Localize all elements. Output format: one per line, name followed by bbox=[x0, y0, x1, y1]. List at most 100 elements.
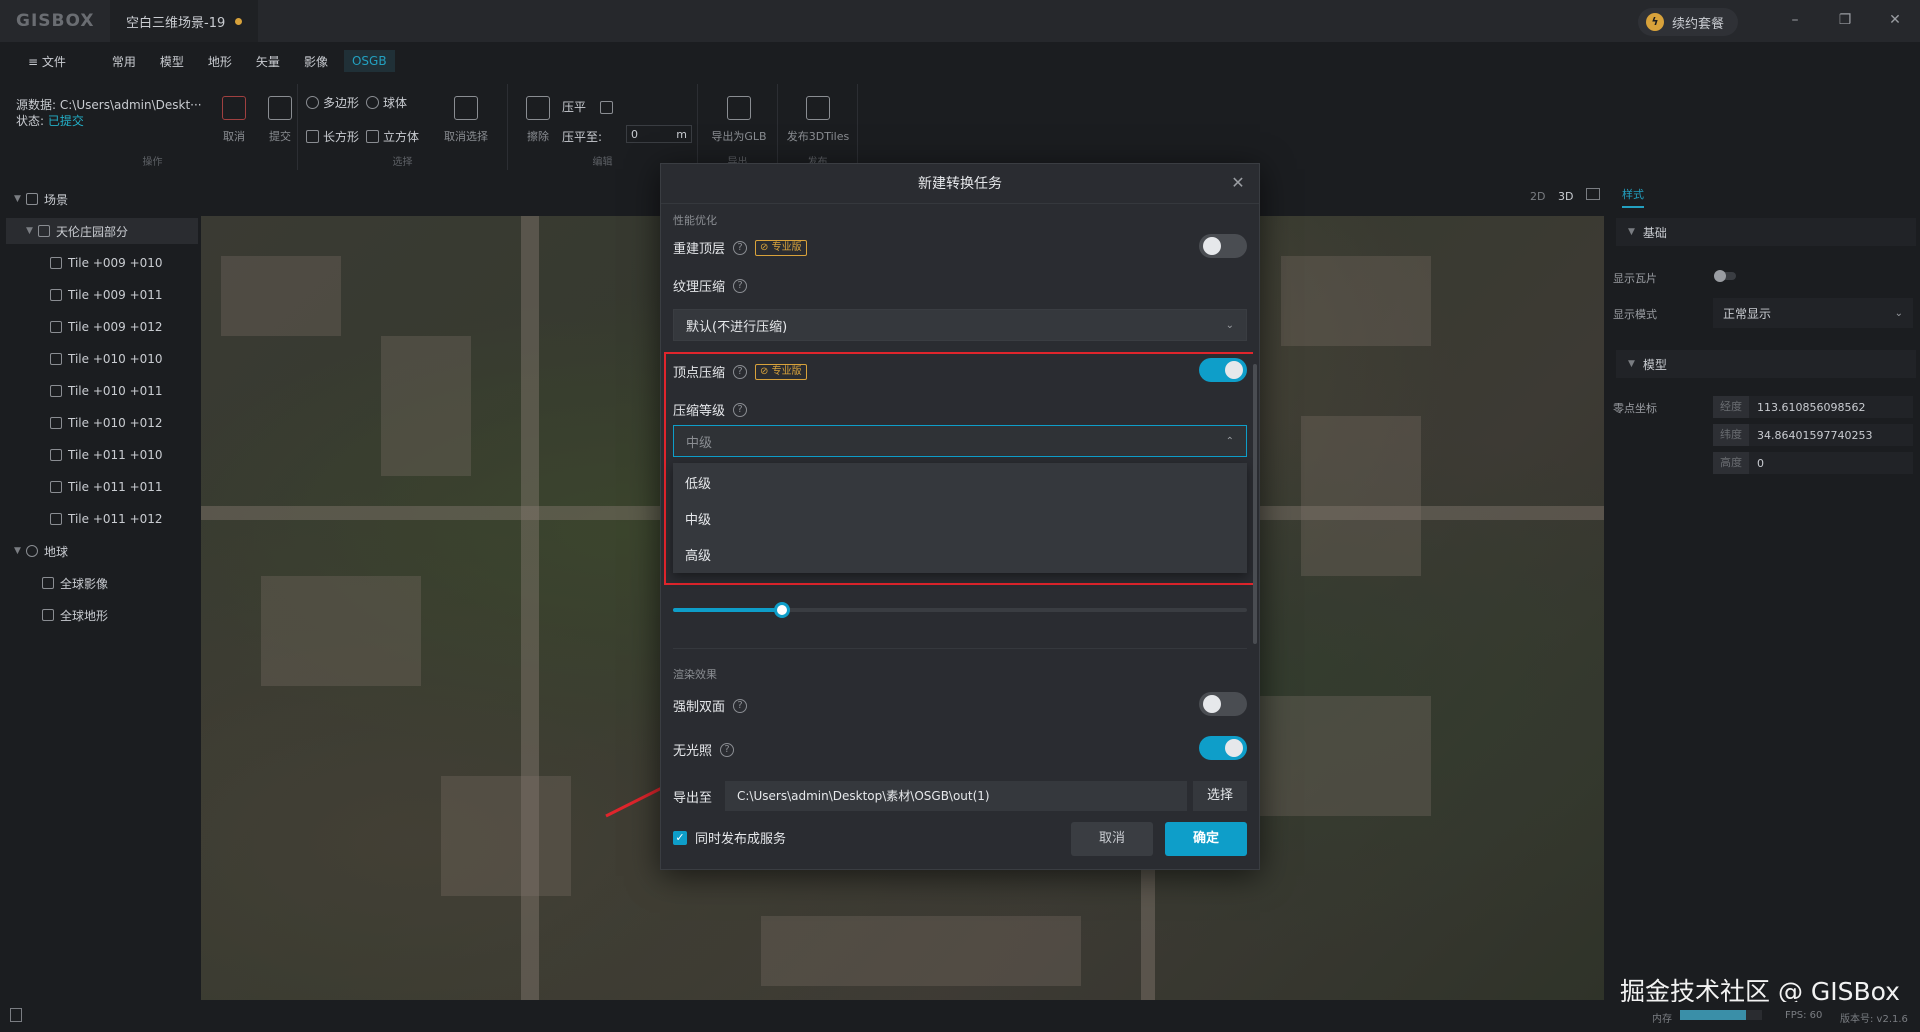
status-value: 已提交 bbox=[47, 114, 84, 128]
section-model-header[interactable]: ▼ 模型 bbox=[1616, 350, 1916, 378]
deselect-button[interactable]: 取消选择 bbox=[438, 96, 494, 144]
flatten-checkbox[interactable] bbox=[599, 101, 613, 114]
menu-file[interactable]: ≡ 文件 bbox=[20, 49, 74, 74]
longitude-field[interactable]: 经度 113.610856098562 bbox=[1713, 396, 1913, 418]
memory-fill bbox=[1680, 1010, 1746, 1020]
section-divider bbox=[673, 648, 1247, 649]
scrollbar-thumb[interactable] bbox=[1253, 364, 1257, 644]
tree-node-tile[interactable]: Tile +010 +010 bbox=[50, 346, 163, 372]
group-label-select: 选择 bbox=[392, 157, 413, 168]
renew-plan-button[interactable]: ϟ 续约套餐 bbox=[1638, 8, 1738, 36]
imagery-icon bbox=[42, 577, 54, 589]
help-icon[interactable]: ? bbox=[733, 364, 748, 379]
confirm-button[interactable]: 确定 bbox=[1165, 822, 1247, 856]
show-tiles-label: 显示瓦片 bbox=[1613, 272, 1657, 285]
restore-icon[interactable]: ❐ bbox=[1830, 8, 1860, 32]
menu-model[interactable]: 模型 bbox=[152, 49, 192, 74]
compress-slider-track[interactable] bbox=[673, 608, 1247, 612]
submit-button[interactable]: 提交 bbox=[260, 96, 300, 144]
sphere-tool[interactable]: 球体 bbox=[366, 94, 407, 111]
tile-icon bbox=[50, 321, 62, 333]
tree-node-tile[interactable]: Tile +009 +012 bbox=[50, 314, 163, 340]
tree-node-tile[interactable]: Tile +011 +012 bbox=[50, 506, 163, 532]
cancel-button[interactable]: 取消 bbox=[1071, 822, 1153, 856]
tree-node-scene[interactable]: ▼ 场景 bbox=[14, 186, 68, 212]
flatten-height-input[interactable]: 0 m bbox=[626, 125, 692, 143]
version-label: 版本号: v2.1.6 bbox=[1840, 1014, 1908, 1025]
tile-icon bbox=[50, 417, 62, 429]
publish-service-checkbox[interactable]: ✓ 同时发布成服务 bbox=[673, 828, 786, 847]
choose-folder-button[interactable]: 选择 bbox=[1193, 781, 1247, 811]
menu-terrain[interactable]: 地形 bbox=[200, 49, 240, 74]
tree-node-tile[interactable]: Tile +009 +010 bbox=[50, 250, 163, 276]
show-tiles-toggle[interactable] bbox=[1714, 270, 1736, 282]
close-window-icon[interactable]: ✕ bbox=[1880, 8, 1910, 32]
vertex-compress-toggle[interactable] bbox=[1199, 358, 1247, 382]
publish-3dtiles-button[interactable]: 发布3DTiles bbox=[778, 96, 858, 144]
tree-node-tile[interactable]: Tile +011 +011 bbox=[50, 474, 163, 500]
rectangle-tool[interactable]: 长方形 bbox=[306, 128, 359, 145]
compress-slider-thumb[interactable] bbox=[774, 602, 791, 618]
tree-node-global-terrain[interactable]: 全球地形 bbox=[42, 602, 108, 628]
tree-node-group[interactable]: ▼ 天伦庄园部分 bbox=[6, 218, 198, 244]
dropdown-option-low[interactable]: 低级 bbox=[685, 473, 711, 492]
menu-imagery[interactable]: 影像 bbox=[296, 49, 336, 74]
force-double-side-label: 强制双面 bbox=[673, 700, 726, 715]
no-lighting-toggle[interactable] bbox=[1199, 736, 1247, 760]
tree-node-tile[interactable]: Tile +011 +010 bbox=[50, 442, 163, 468]
chevron-up-icon: ⌃ bbox=[1225, 435, 1234, 447]
altitude-field[interactable]: 高度 0 bbox=[1713, 452, 1913, 474]
tree-node-tile[interactable]: Tile +010 +012 bbox=[50, 410, 163, 436]
view-3d-button[interactable]: 3D bbox=[1558, 190, 1573, 203]
flatten-toggle[interactable]: 压平 bbox=[562, 98, 613, 115]
tree-node-global-imagery[interactable]: 全球影像 bbox=[42, 570, 108, 596]
force-double-side-toggle[interactable] bbox=[1199, 692, 1247, 716]
compress-level-select[interactable]: 中级 ⌃ bbox=[673, 425, 1247, 457]
tab-style[interactable]: 样式 bbox=[1622, 186, 1644, 208]
help-icon[interactable]: ? bbox=[733, 278, 748, 293]
tile-label: Tile +011 +010 bbox=[68, 448, 163, 462]
texture-compress-select[interactable]: 默认(不进行压缩) ⌄ bbox=[673, 309, 1247, 341]
rebuild-top-toggle[interactable] bbox=[1199, 234, 1247, 258]
ribbon-group-export: 导出为GLB 导出 bbox=[698, 84, 778, 170]
display-mode-select[interactable]: 正常显示 ⌄ bbox=[1713, 298, 1913, 328]
publish-service-label: 同时发布成服务 bbox=[695, 832, 787, 847]
export-glb-button[interactable]: 导出为GLB bbox=[704, 96, 774, 144]
menu-common[interactable]: 常用 bbox=[104, 49, 144, 74]
tree-node-tile[interactable]: Tile +009 +011 bbox=[50, 282, 163, 308]
dropdown-option-high[interactable]: 高级 bbox=[685, 545, 711, 564]
view-2d-button[interactable]: 2D bbox=[1530, 190, 1545, 203]
document-tab[interactable]: 空白三维场景-19 bbox=[110, 0, 259, 42]
flatten-label: 压平 bbox=[562, 100, 587, 114]
section-basic-header[interactable]: ▼ 基础 bbox=[1616, 218, 1916, 246]
minimize-icon[interactable]: – bbox=[1780, 8, 1810, 32]
cube-label: 立方体 bbox=[383, 130, 420, 144]
checkbox-checked-icon[interactable]: ✓ bbox=[673, 830, 687, 845]
help-icon[interactable]: ? bbox=[733, 698, 748, 713]
close-icon[interactable]: ✕ bbox=[1227, 172, 1249, 194]
perf-section-title: 性能优化 bbox=[673, 214, 717, 227]
split-view-icon[interactable] bbox=[1586, 188, 1600, 200]
origin-label: 零点坐标 bbox=[1613, 402, 1657, 415]
help-icon[interactable]: ? bbox=[733, 402, 748, 417]
menu-vector[interactable]: 矢量 bbox=[248, 49, 288, 74]
help-icon[interactable]: ? bbox=[733, 240, 748, 255]
pro-badge: ⊘ 专业版 bbox=[755, 239, 807, 256]
menu-osgb[interactable]: OSGB bbox=[343, 50, 395, 72]
tree-node-tile[interactable]: Tile +010 +011 bbox=[50, 378, 163, 404]
document-icon[interactable] bbox=[10, 1008, 22, 1022]
latitude-field[interactable]: 纬度 34.86401597740253 bbox=[1713, 424, 1913, 446]
globe-icon bbox=[26, 545, 38, 557]
polygon-tool[interactable]: 多边形 bbox=[306, 94, 359, 111]
export-path-input[interactable]: C:\Users\admin\Desktop\素材\OSGB\out(1) bbox=[725, 781, 1187, 811]
bolt-icon: ϟ bbox=[1646, 13, 1664, 31]
tree-node-earth[interactable]: ▼ 地球 bbox=[14, 538, 68, 564]
cube-tool[interactable]: 立方体 bbox=[366, 128, 419, 145]
help-icon[interactable]: ? bbox=[720, 742, 735, 757]
dropdown-option-medium[interactable]: 中级 bbox=[685, 509, 711, 528]
erase-button[interactable]: 擦除 bbox=[518, 96, 558, 144]
tile-icon bbox=[50, 289, 62, 301]
dialog-scrollbar[interactable] bbox=[1253, 204, 1257, 844]
memory-label: 内存 bbox=[1652, 1014, 1672, 1025]
cancel-task-button[interactable]: 取消 bbox=[214, 96, 254, 144]
